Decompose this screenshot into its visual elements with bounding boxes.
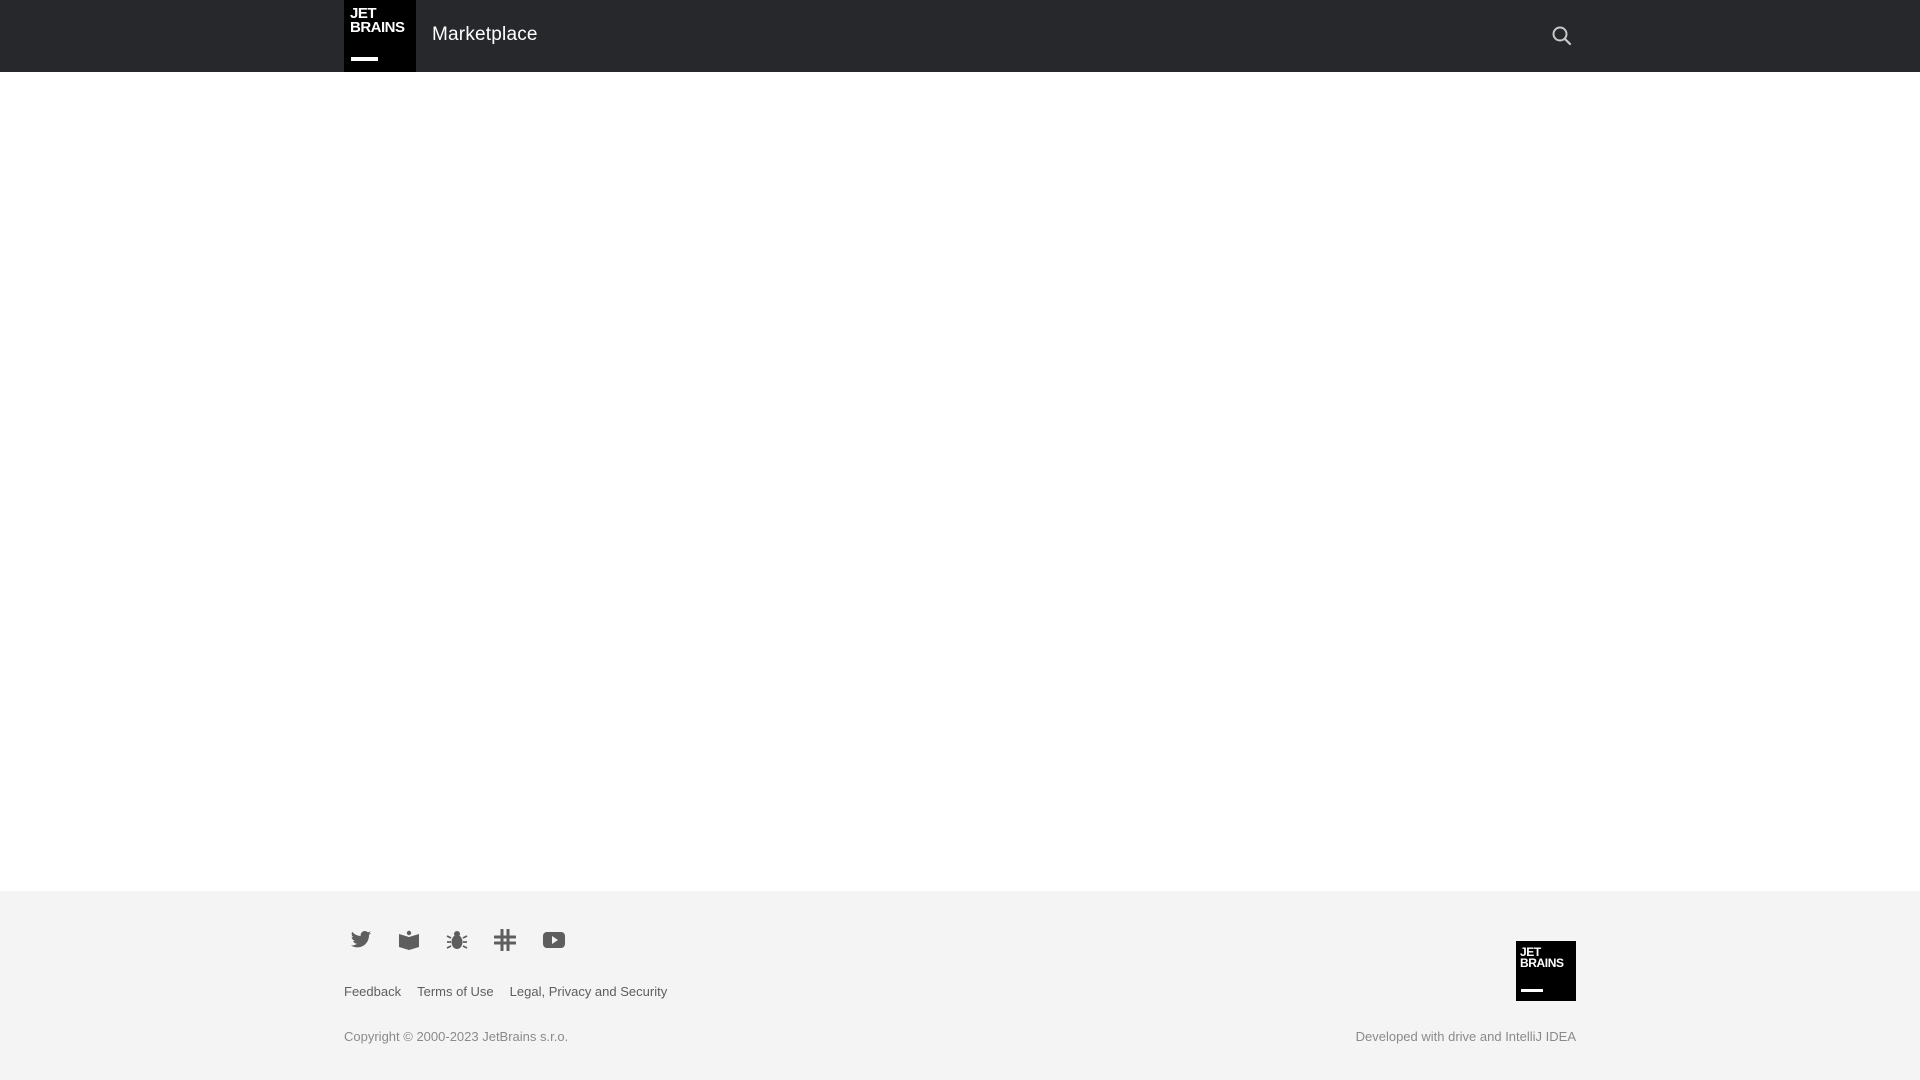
twitter-icon bbox=[350, 931, 372, 948]
issue-tracker-link[interactable] bbox=[440, 927, 488, 953]
footer-inner: Feedback Terms of Use Legal, Privacy and… bbox=[344, 891, 1576, 1080]
youtube-link[interactable] bbox=[536, 927, 584, 953]
footer-jetbrains-logo[interactable]: JET BRAINS bbox=[1516, 941, 1576, 1001]
footer: Feedback Terms of Use Legal, Privacy and… bbox=[0, 891, 1920, 1080]
search-icon bbox=[1552, 26, 1572, 46]
search-button[interactable] bbox=[1548, 22, 1576, 50]
footer-logo-text: JET BRAINS bbox=[1520, 945, 1564, 970]
copyright-text: Copyright © 2000-2023 JetBrains s.r.o. bbox=[344, 1029, 569, 1044]
jetbrains-logo[interactable]: JET BRAINS bbox=[344, 0, 416, 72]
main-content bbox=[0, 72, 1920, 891]
logo-text: JET BRAINS bbox=[350, 5, 405, 36]
page-title[interactable]: Marketplace bbox=[432, 24, 538, 46]
feedback-link[interactable]: Feedback bbox=[344, 984, 401, 999]
header-inner: JET BRAINS Marketplace bbox=[344, 0, 1576, 72]
blog-icon bbox=[399, 930, 419, 950]
legal-privacy-link[interactable]: Legal, Privacy and Security bbox=[510, 984, 668, 999]
slack-icon bbox=[494, 929, 516, 951]
logo-bar bbox=[351, 57, 378, 61]
blog-link[interactable] bbox=[392, 927, 440, 953]
footer-logo-bar bbox=[1521, 989, 1543, 992]
bug-icon bbox=[446, 931, 468, 949]
twitter-link[interactable] bbox=[344, 927, 392, 953]
top-header: JET BRAINS Marketplace bbox=[0, 0, 1920, 72]
youtube-icon bbox=[543, 932, 565, 948]
terms-of-use-link[interactable]: Terms of Use bbox=[417, 984, 494, 999]
footer-links: Feedback Terms of Use Legal, Privacy and… bbox=[344, 984, 667, 999]
slack-link[interactable] bbox=[488, 927, 536, 953]
developed-with-text: Developed with drive and IntelliJ IDEA bbox=[1355, 1029, 1576, 1044]
social-links bbox=[344, 927, 584, 953]
